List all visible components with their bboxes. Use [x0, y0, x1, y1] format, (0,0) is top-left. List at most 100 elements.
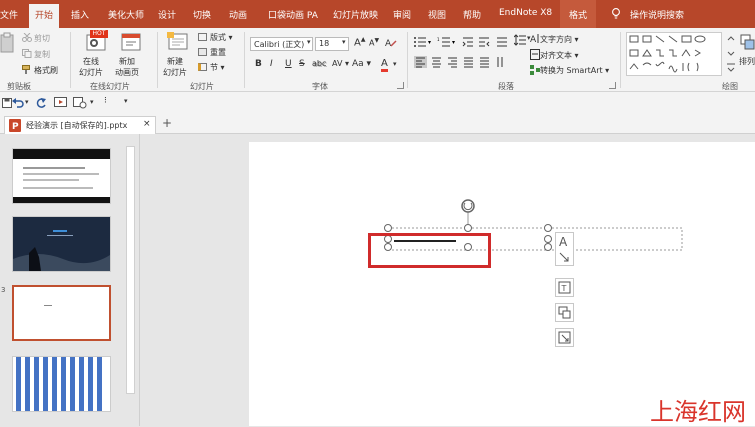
section-icon[interactable]: [198, 63, 207, 71]
chevron-down-icon[interactable]: ▾: [90, 98, 94, 106]
tab-insert[interactable]: 插入: [71, 8, 89, 21]
slide-thumbnail[interactable]: [12, 148, 111, 204]
paragraph-dialog-launcher-icon[interactable]: [609, 82, 616, 89]
tab-review[interactable]: 审阅: [393, 8, 411, 21]
chevron-down-icon[interactable]: ▾: [342, 38, 346, 46]
line-spacing-icon[interactable]: [513, 34, 526, 46]
layout-button[interactable]: 版式 ▾: [210, 32, 233, 43]
tell-me-search[interactable]: 操作说明搜索: [630, 8, 684, 21]
svg-text:1: 1: [437, 37, 440, 42]
text-direction-icon[interactable]: A: [530, 33, 540, 45]
strikethrough-button[interactable]: S: [299, 59, 305, 69]
hot-badge: HOT: [90, 30, 108, 38]
change-case-button[interactable]: Aa ▾: [352, 59, 371, 69]
paragraph-align-buttons[interactable]: [414, 56, 510, 68]
font-dialog-launcher-icon[interactable]: [397, 82, 404, 89]
text-shadow-button[interactable]: abc: [312, 59, 326, 68]
tab-slideshow[interactable]: 幻灯片放映: [333, 8, 378, 21]
format-shape-float-button[interactable]: [555, 328, 574, 347]
tab-animations[interactable]: 动画: [229, 8, 247, 21]
touch-mode-icon[interactable]: [73, 97, 87, 109]
new-slide-icon[interactable]: [167, 32, 189, 52]
document-tab-title: 经验演示 [自动保存的].pptx: [26, 121, 128, 130]
new-animation-page-icon[interactable]: [121, 32, 141, 52]
chevron-down-icon[interactable]: ▾: [307, 38, 311, 46]
tab-beautify[interactable]: 美化大师: [108, 8, 144, 21]
grow-font-button[interactable]: A▲: [354, 36, 365, 48]
resize-handle[interactable]: [544, 224, 552, 232]
tab-help[interactable]: 帮助: [463, 8, 481, 21]
slides-group-label: 幻灯片: [190, 82, 214, 91]
smartart-icon[interactable]: [530, 65, 540, 75]
chevron-down-icon[interactable]: ▾: [393, 60, 397, 68]
cut-button[interactable]: 剪切: [34, 33, 50, 44]
shapes-gallery[interactable]: [626, 32, 722, 76]
document-tab[interactable]: P 经验演示 [自动保存的].pptx ×: [4, 116, 156, 134]
resize-handle[interactable]: [544, 235, 552, 243]
thumbnail-scrollbar[interactable]: [126, 146, 135, 394]
chevron-down-icon[interactable]: ▾: [25, 98, 29, 106]
copy-icon[interactable]: [22, 49, 32, 58]
new-tab-button[interactable]: +: [162, 116, 172, 130]
new-slide-button[interactable]: 新建 幻灯片: [163, 56, 187, 78]
close-icon[interactable]: ×: [143, 119, 151, 129]
tab-transitions[interactable]: 切换: [193, 8, 211, 21]
svg-text:T: T: [561, 284, 567, 293]
tab-home[interactable]: 开始: [29, 4, 60, 28]
new-animation-page-button[interactable]: 新加 动画页: [115, 56, 139, 78]
format-painter-icon[interactable]: [22, 65, 32, 75]
start-slideshow-icon[interactable]: [54, 97, 67, 109]
tab-file[interactable]: 文件: [0, 8, 18, 21]
copy-button[interactable]: 复制: [34, 49, 50, 60]
quick-access-toolbar: ▾ ▾ ⁝ ▾: [0, 92, 755, 114]
text-box-float-button[interactable]: T: [555, 278, 574, 297]
tab-design[interactable]: 设计: [158, 8, 176, 21]
text-fill-float-button[interactable]: A: [555, 232, 574, 266]
char-spacing-button[interactable]: AV ▾: [332, 59, 349, 68]
scissors-icon[interactable]: [22, 32, 32, 42]
paragraph-list-buttons[interactable]: ▾ 1 ▾: [413, 36, 513, 48]
align-text-icon[interactable]: [530, 49, 540, 60]
resize-handle[interactable]: [464, 224, 472, 232]
align-text-button[interactable]: 对齐文本 ▾: [540, 50, 579, 61]
ribbon-tab-bar: 文件 开始 插入 美化大师 设计 切换 动画 口袋动画 PA 幻灯片放映 审阅 …: [0, 0, 755, 28]
tab-pocket-animation[interactable]: 口袋动画 PA: [268, 8, 318, 21]
svg-text:P: P: [12, 122, 19, 132]
customize-toolbar-button[interactable]: ⁝: [104, 96, 107, 106]
format-painter-button[interactable]: 格式刷: [34, 65, 58, 76]
slide-thumbnail-panel: 3: [0, 134, 140, 426]
arrange-button[interactable]: 排列: [739, 56, 755, 67]
shrink-font-button[interactable]: A▼: [369, 37, 379, 48]
bold-button[interactable]: B: [255, 59, 262, 69]
reset-icon[interactable]: [198, 48, 207, 56]
text-direction-button[interactable]: 文字方向 ▾: [540, 34, 579, 45]
resize-handle[interactable]: [384, 224, 392, 232]
resize-handle[interactable]: [544, 243, 552, 251]
convert-smartart-button[interactable]: 转换为 SmartArt ▾: [540, 65, 609, 76]
reset-button[interactable]: 重置: [210, 47, 226, 58]
undo-icon[interactable]: [12, 97, 24, 109]
tab-endnote[interactable]: EndNote X8: [499, 8, 552, 18]
section-button[interactable]: 节 ▾: [210, 62, 225, 73]
layout-icon[interactable]: [198, 33, 207, 41]
slide-thumbnail-selected[interactable]: [12, 285, 111, 341]
paste-icon[interactable]: [0, 32, 14, 54]
gallery-scroll-buttons[interactable]: [726, 34, 736, 74]
arrange-icon[interactable]: [740, 34, 755, 54]
save-icon[interactable]: [2, 98, 12, 108]
clear-formatting-icon[interactable]: A: [385, 37, 397, 49]
italic-button[interactable]: I: [270, 59, 273, 69]
tab-view[interactable]: 视图: [428, 8, 446, 21]
underline-button[interactable]: U: [285, 59, 292, 69]
tab-format[interactable]: 格式: [560, 0, 597, 28]
slide-thumbnail[interactable]: [12, 356, 111, 412]
slide-thumbnail[interactable]: [12, 216, 111, 272]
slide-canvas[interactable]: A T: [249, 142, 755, 426]
online-slides-button[interactable]: 在线 幻灯片: [79, 56, 103, 78]
svg-text:A: A: [559, 235, 568, 249]
redo-icon[interactable]: [35, 97, 47, 109]
layout-options-float-button[interactable]: [555, 303, 574, 322]
font-color-button[interactable]: A: [381, 58, 388, 72]
customize-qat-icon[interactable]: ▾: [124, 97, 128, 105]
font-name-select[interactable]: Calibri (正文): [250, 37, 313, 51]
